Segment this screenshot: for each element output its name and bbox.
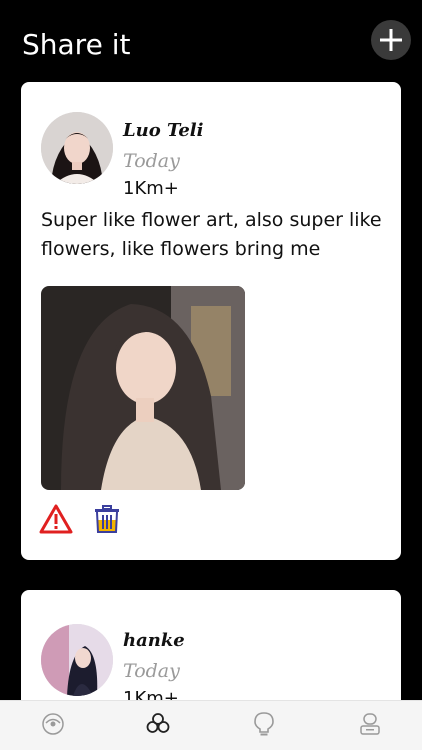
post-username[interactable]: hanke	[123, 630, 185, 651]
post-text: Super like flower art, also super like f…	[41, 209, 382, 260]
delete-button[interactable]	[90, 502, 124, 536]
post-date: Today	[123, 150, 180, 172]
profile-icon	[360, 713, 380, 735]
post-date: Today	[123, 660, 180, 682]
plus-icon	[380, 29, 402, 51]
report-button[interactable]	[39, 502, 73, 536]
warning-icon	[39, 504, 73, 534]
post-photo[interactable]	[41, 286, 245, 490]
post-username[interactable]: Luo Teli	[123, 120, 203, 141]
lightbulb-icon	[254, 712, 274, 736]
header: Share it	[0, 0, 422, 82]
tab-bar	[0, 700, 422, 750]
tab-share[interactable]	[143, 709, 173, 739]
tab-profile[interactable]	[355, 709, 385, 739]
clover-icon	[146, 713, 170, 733]
add-post-button[interactable]	[371, 20, 411, 60]
trash-icon	[95, 505, 119, 533]
post-card: Luo Teli Today 1Km+ Super like flower ar…	[21, 82, 401, 560]
post-distance: 1Km+	[123, 178, 179, 199]
eye-icon	[42, 713, 64, 735]
tab-ideas[interactable]	[249, 709, 279, 739]
tab-discover[interactable]	[38, 709, 68, 739]
avatar[interactable]	[41, 624, 113, 696]
page-title: Share it	[22, 28, 131, 61]
avatar[interactable]	[41, 112, 113, 184]
